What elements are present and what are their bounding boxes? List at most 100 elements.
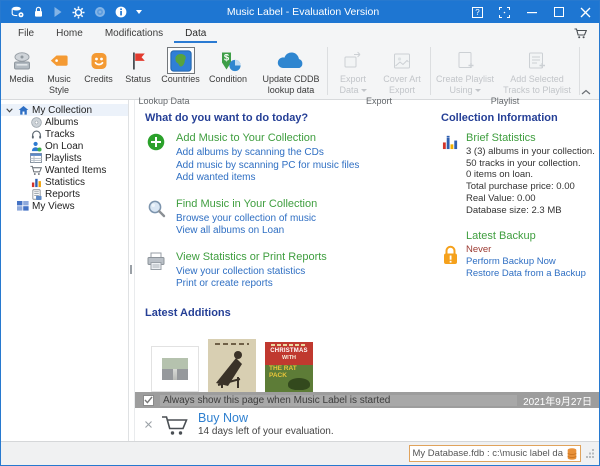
status-bar: My Database.fdb : c:\music label da bbox=[1, 441, 599, 465]
dropdown-caret-icon bbox=[475, 89, 481, 92]
ribbon-button-condition[interactable]: $ Condition bbox=[204, 46, 252, 86]
tab-file[interactable]: File bbox=[7, 25, 45, 43]
fullscreen-toggle-button[interactable] bbox=[491, 1, 518, 23]
view-statistics-title[interactable]: View Statistics or Print Reports bbox=[176, 251, 327, 264]
sidebar-label: Albums bbox=[45, 117, 78, 128]
ribbon-button-media[interactable]: Media bbox=[3, 46, 40, 86]
always-show-label[interactable]: Always show this page when Music Label i… bbox=[160, 395, 517, 406]
latest-additions-heading: Latest Additions bbox=[145, 307, 437, 319]
statistics-chart-icon bbox=[441, 132, 460, 216]
sidebar-item-albums[interactable]: Albums bbox=[1, 116, 128, 128]
album-cover-3-top: CHRISTMAS WITH bbox=[265, 342, 313, 365]
ribbon-button-credits[interactable]: Credits bbox=[78, 46, 119, 86]
ribbon-group-export: Export Data Cover Art Export Export bbox=[330, 43, 428, 99]
shop-cart-icon[interactable] bbox=[568, 26, 593, 43]
add-tracks-icon bbox=[525, 47, 549, 74]
sidebar-splitter[interactable] bbox=[129, 100, 135, 441]
sidebar-item-statistics[interactable]: Statistics bbox=[1, 176, 128, 188]
window-title: Music Label - Evaluation Version bbox=[142, 6, 464, 18]
link-add-wanted-items[interactable]: Add wanted items bbox=[176, 172, 359, 185]
link-view-collection-statistics[interactable]: View your collection statistics bbox=[176, 266, 327, 279]
cd-icon bbox=[30, 117, 42, 128]
options-bar: Always show this page when Music Label i… bbox=[135, 392, 599, 408]
stat-real-value: Real Value: 0.00 bbox=[466, 193, 595, 205]
help-button[interactable]: ? bbox=[464, 1, 491, 23]
minimize-button[interactable] bbox=[518, 1, 545, 23]
cart-icon bbox=[30, 165, 42, 176]
export-data-icon bbox=[341, 47, 365, 74]
ribbon-button-status[interactable]: Status bbox=[119, 46, 157, 86]
media-drive-icon bbox=[10, 47, 34, 74]
sidebar-label: On Loan bbox=[45, 141, 83, 152]
sidebar-item-wanted-items[interactable]: Wanted Items bbox=[1, 164, 128, 176]
link-view-albums-on-loan[interactable]: View all albums on Loan bbox=[176, 225, 317, 238]
stat-tracks: 50 tracks in your collection. bbox=[466, 158, 595, 170]
find-music-title[interactable]: Find Music in Your Collection bbox=[176, 198, 317, 211]
stat-database-size: Database size: 2.3 MB bbox=[466, 205, 595, 217]
info-icon[interactable] bbox=[115, 6, 127, 18]
link-print-create-reports[interactable]: Print or create reports bbox=[176, 278, 327, 291]
link-add-music-scanning-pc[interactable]: Add music by scanning PC for music files bbox=[176, 160, 359, 173]
task-section-find-music: Find Music in Your Collection Browse you… bbox=[145, 198, 437, 238]
svg-text:?: ? bbox=[475, 8, 480, 17]
backup-warning-lock-icon bbox=[441, 244, 460, 279]
ribbon-group-playlist: Create Playlist Using Add Selected Track… bbox=[433, 43, 577, 99]
collapse-ribbon-icon[interactable] bbox=[581, 89, 591, 95]
countries-label: Countries bbox=[161, 74, 200, 85]
add-music-title[interactable]: Add Music to Your Collection bbox=[176, 132, 359, 145]
play-icon[interactable] bbox=[53, 6, 63, 18]
tab-home[interactable]: Home bbox=[45, 25, 94, 43]
ribbon-button-export-data[interactable]: Export Data bbox=[330, 46, 376, 96]
person-icon bbox=[30, 141, 42, 152]
sidebar-item-on-loan[interactable]: On Loan bbox=[1, 140, 128, 152]
sidebar-item-playlists[interactable]: Playlists bbox=[1, 152, 128, 164]
gear-icon[interactable] bbox=[72, 6, 85, 19]
link-perform-backup-now[interactable]: Perform Backup Now bbox=[466, 256, 586, 268]
group-label-export: Export bbox=[330, 96, 428, 109]
ribbon-button-cover-art-export[interactable]: Cover Art Export bbox=[376, 46, 428, 96]
collection-information-heading: Collection Information bbox=[441, 112, 595, 124]
ribbon-button-add-selected-tracks[interactable]: Add Selected Tracks to Playlist bbox=[497, 46, 577, 96]
tab-data[interactable]: Data bbox=[174, 25, 217, 43]
cloud-icon bbox=[274, 47, 308, 74]
sidebar-item-reports[interactable]: Reports bbox=[1, 188, 128, 200]
close-button[interactable] bbox=[572, 1, 599, 23]
album-cover-1[interactable] bbox=[151, 346, 199, 392]
group-label-lookup-data: Lookup Data bbox=[3, 96, 325, 109]
ribbon-group-lookup-data: Media Music Style Credits Status bbox=[3, 43, 325, 99]
lock-icon[interactable] bbox=[33, 6, 44, 18]
stat-purchase-price: Total purchase price: 0.00 bbox=[466, 181, 595, 193]
album-cover-2[interactable] bbox=[208, 339, 256, 392]
link-restore-data-backup[interactable]: Restore Data from a Backup bbox=[466, 268, 586, 280]
buy-cart-icon bbox=[161, 414, 189, 436]
sidebar-item-tracks[interactable]: Tracks bbox=[1, 128, 128, 140]
ribbon-button-countries[interactable]: Countries bbox=[157, 46, 204, 86]
sidebar-label: Tracks bbox=[45, 129, 75, 140]
always-show-checkbox[interactable] bbox=[143, 395, 154, 406]
resize-grip[interactable] bbox=[586, 449, 595, 458]
maximize-button[interactable] bbox=[545, 1, 572, 23]
grid-list-icon bbox=[30, 153, 42, 163]
create-playlist-label: Create Playlist Using bbox=[436, 74, 494, 95]
album-cover-3[interactable]: CHRISTMAS WITH THE RAT PACK bbox=[265, 342, 313, 392]
sidebar-tree: My Collection Albums Tracks On Loan Play… bbox=[1, 100, 129, 441]
svg-text:$: $ bbox=[223, 52, 229, 63]
save-database-icon[interactable] bbox=[11, 6, 24, 18]
close-trial-bar-icon[interactable] bbox=[145, 421, 152, 428]
database-path-box[interactable]: My Database.fdb : c:\music label da bbox=[409, 445, 582, 462]
buy-now-link[interactable]: Buy Now bbox=[198, 412, 334, 425]
ribbon-tab-row: File Home Modifications Data bbox=[1, 23, 599, 43]
link-browse-collection[interactable]: Browse your collection of music bbox=[176, 213, 317, 226]
ribbon-body: Media Music Style Credits Status bbox=[1, 43, 599, 99]
fingerprint-icon[interactable] bbox=[94, 6, 106, 18]
tab-modifications[interactable]: Modifications bbox=[94, 25, 174, 43]
bar-chart-icon bbox=[30, 177, 42, 188]
sidebar-item-my-views[interactable]: My Views bbox=[1, 200, 128, 212]
link-add-albums-scanning-cds[interactable]: Add albums by scanning the CDs bbox=[176, 147, 359, 160]
latest-backup-title: Latest Backup bbox=[466, 230, 595, 242]
ribbon-button-update-cddb[interactable]: Update CDDB lookup data bbox=[257, 46, 325, 96]
ribbon-button-create-playlist[interactable]: Create Playlist Using bbox=[433, 46, 497, 96]
ribbon-button-music-style[interactable]: Music Style bbox=[40, 46, 78, 96]
price-tag-pie-icon: $ bbox=[215, 47, 242, 74]
add-plus-icon bbox=[145, 132, 167, 185]
